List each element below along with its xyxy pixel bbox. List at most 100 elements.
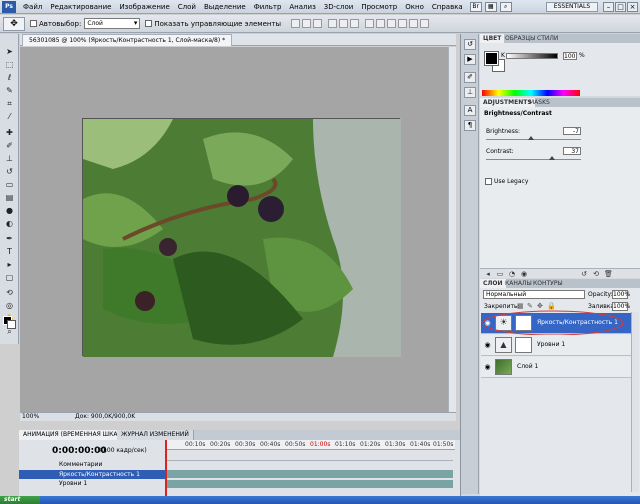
menu-view[interactable]: Просмотр xyxy=(357,3,401,11)
autoselect-dropdown[interactable]: Слой xyxy=(84,18,141,29)
distribute-left-icon[interactable] xyxy=(398,19,408,28)
k-channel-slider[interactable] xyxy=(506,53,558,59)
fig-leaves-photo[interactable] xyxy=(82,118,401,357)
blend-mode-dropdown[interactable]: Нормальный xyxy=(483,290,585,299)
brushes-panel-icon[interactable]: ✐ xyxy=(464,72,476,83)
dodge-tool-icon[interactable]: ◐ xyxy=(3,218,16,230)
brightness-value[interactable]: -7 xyxy=(563,127,581,135)
menu-window[interactable]: Окно xyxy=(401,3,428,11)
reset-icon[interactable]: ⟲ xyxy=(592,270,600,278)
view-extras-icon[interactable]: ▦ xyxy=(484,1,497,12)
canvas-vertical-scrollbar[interactable] xyxy=(448,47,456,412)
timeline-row-brightness[interactable]: Яркость/Контрастность 1 xyxy=(19,470,165,479)
eraser-tool-icon[interactable]: ▭ xyxy=(3,179,16,191)
3d-rotate-icon[interactable]: ⟲ xyxy=(3,287,16,299)
distribute-right-icon[interactable] xyxy=(420,19,430,28)
path-select-icon[interactable]: ▸ xyxy=(3,259,16,271)
marquee-tool-icon[interactable]: ⬚ xyxy=(3,59,16,71)
timeline-row-comments[interactable]: Комментарии xyxy=(19,460,165,469)
contrast-slider[interactable] xyxy=(486,159,581,160)
layer-row-levels[interactable]: ◉ ▲ Уровни 1 xyxy=(481,335,631,356)
tab-history[interactable]: ЖУРНАЛ ИЗМЕНЕНИЙ xyxy=(117,430,194,440)
k-channel-value[interactable]: 100 xyxy=(563,52,577,60)
menu-image[interactable]: Изображение xyxy=(115,3,173,11)
lasso-tool-icon[interactable]: ℓ xyxy=(3,72,16,84)
layer-row-layer1[interactable]: ◉ Слой 1 xyxy=(481,357,631,378)
timeline-track-brightness[interactable] xyxy=(167,470,453,478)
shape-tool-icon[interactable]: ▢ xyxy=(3,272,16,284)
opacity-field[interactable]: 100% xyxy=(612,290,630,299)
delete-adjustment-icon[interactable]: 🗑 xyxy=(604,270,613,278)
zoom-level-icon[interactable]: ⌕ xyxy=(499,1,512,12)
tab-styles[interactable]: СТИЛИ xyxy=(534,34,561,43)
distribute-hcenter-icon[interactable] xyxy=(409,19,419,28)
timeline-track-comments[interactable] xyxy=(167,460,453,468)
menu-edit[interactable]: Редактирование xyxy=(46,3,115,11)
menu-select[interactable]: Выделение xyxy=(200,3,250,11)
layer-mask-thumbnail[interactable] xyxy=(515,337,532,353)
clone-source-panel-icon[interactable]: ⊥ xyxy=(464,87,476,98)
menu-layer[interactable]: Слой xyxy=(174,3,200,11)
timeline-playhead[interactable] xyxy=(165,440,167,496)
color-spectrum-bar[interactable] xyxy=(482,90,580,96)
use-legacy-checkbox[interactable] xyxy=(485,178,492,185)
healing-brush-icon[interactable]: ✚ xyxy=(3,127,16,139)
maximize-button[interactable]: □ xyxy=(615,2,626,12)
layer-image-thumbnail[interactable] xyxy=(495,359,512,375)
panel-foreground-swatch[interactable] xyxy=(484,51,499,66)
return-icon[interactable]: ◂ xyxy=(484,270,492,278)
3d-orbit-icon[interactable]: ◎ xyxy=(3,300,16,312)
start-button[interactable]: start xyxy=(0,496,40,504)
eye-icon[interactable]: ◉ xyxy=(483,341,492,349)
background-color-swatch[interactable] xyxy=(7,320,16,329)
align-left-icon[interactable] xyxy=(328,19,338,28)
eye-icon[interactable]: ◉ xyxy=(483,363,492,371)
close-button[interactable]: × xyxy=(627,2,638,12)
brush-tool-icon[interactable]: ✐ xyxy=(3,140,16,152)
align-right-icon[interactable] xyxy=(350,19,360,28)
layer-name[interactable]: Слой 1 xyxy=(517,363,538,370)
pen-tool-icon[interactable]: ✒ xyxy=(3,233,16,245)
gradient-tool-icon[interactable]: ▤ xyxy=(3,192,16,204)
show-controls-checkbox[interactable] xyxy=(145,20,153,27)
menu-help[interactable]: Справка xyxy=(428,3,467,11)
paragraph-panel-icon[interactable]: ¶ xyxy=(464,120,476,131)
view-previous-icon[interactable]: ↺ xyxy=(580,270,588,278)
align-vcenter-icon[interactable] xyxy=(302,19,312,28)
menu-3d[interactable]: 3D-слои xyxy=(320,3,358,11)
crop-tool-icon[interactable]: ⌗ xyxy=(3,98,16,110)
distribute-top-icon[interactable] xyxy=(365,19,375,28)
document-tab[interactable]: 56301085 @ 100% (Яркость/Контрастность 1… xyxy=(22,34,233,46)
align-bottom-icon[interactable] xyxy=(313,19,323,28)
character-panel-icon[interactable]: A xyxy=(464,105,476,116)
expand-view-icon[interactable]: ▭ xyxy=(496,270,504,278)
tab-masks[interactable]: MASKS xyxy=(526,98,553,107)
tab-swatches[interactable]: ОБРАЗЦЫ xyxy=(502,34,538,43)
move-tool-preset-icon[interactable]: ✥ xyxy=(3,16,25,31)
blur-tool-icon[interactable]: ● xyxy=(3,205,16,217)
visibility-icon[interactable]: ◉ xyxy=(520,270,528,278)
menu-filter[interactable]: Фильтр xyxy=(250,3,286,11)
history-panel-icon[interactable]: ↺ xyxy=(464,39,476,50)
clone-stamp-icon[interactable]: ⊥ xyxy=(3,153,16,165)
menu-analysis[interactable]: Анализ xyxy=(285,3,319,11)
timeline-row-levels[interactable]: Уровни 1 xyxy=(19,479,165,488)
distribute-vcenter-icon[interactable] xyxy=(376,19,386,28)
timeline-track-levels[interactable] xyxy=(167,480,453,488)
layer-name[interactable]: Уровни 1 xyxy=(537,341,565,348)
timeline-ruler[interactable]: 00:10s 00:20s 00:30s 00:40s 00:50s 01:00… xyxy=(165,440,455,450)
tab-paths[interactable]: КОНТУРЫ xyxy=(530,279,566,288)
align-top-icon[interactable] xyxy=(291,19,301,28)
align-hcenter-icon[interactable] xyxy=(339,19,349,28)
quick-select-tool-icon[interactable]: ✎ xyxy=(3,85,16,97)
type-tool-icon[interactable]: T xyxy=(3,246,16,258)
history-brush-icon[interactable]: ↺ xyxy=(3,166,16,178)
eyedropper-tool-icon[interactable]: ⁄ xyxy=(3,111,16,123)
contrast-value[interactable]: 37 xyxy=(563,147,581,155)
bridge-icon[interactable]: Br xyxy=(469,1,482,12)
autoselect-checkbox[interactable] xyxy=(30,20,37,27)
contrast-slider-thumb[interactable] xyxy=(549,156,555,160)
clip-layer-icon[interactable]: ◔ xyxy=(508,270,516,278)
move-tool-icon[interactable]: ➤ xyxy=(3,46,16,58)
zoom-readout[interactable]: 100% xyxy=(22,413,39,421)
